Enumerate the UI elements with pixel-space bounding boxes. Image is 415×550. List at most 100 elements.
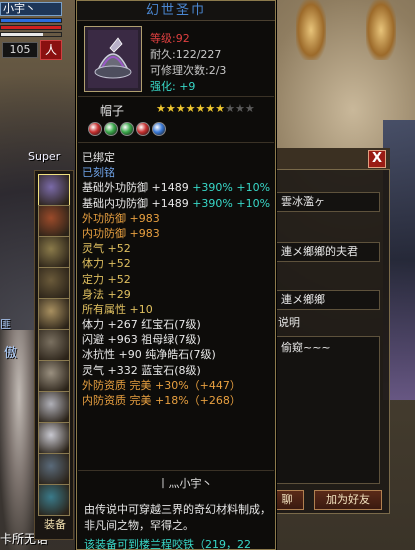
hat-icon[interactable] — [38, 174, 70, 206]
green-gem-icon — [120, 122, 134, 136]
attribute-line: 已绑定 — [82, 150, 272, 165]
note-label: 说明 — [278, 316, 300, 329]
attribute-text: 已绑定 — [82, 151, 115, 164]
divider — [78, 96, 274, 97]
character-left — [0, 330, 38, 550]
level-line: 等级:92 — [150, 32, 190, 45]
enhance-value: +9 — [179, 80, 196, 93]
weapon-icon[interactable] — [38, 484, 70, 516]
attribute-line: 体力 +267 红宝石(7级) — [82, 317, 272, 332]
ring-icon[interactable] — [38, 391, 70, 423]
equipment-label: 装备 — [44, 518, 66, 531]
enhance-line: 强化: +9 — [150, 78, 195, 94]
attribute-text: 内功防御 +983 — [82, 226, 160, 240]
attribute-line: 外功防御 +983 — [82, 211, 272, 226]
player-badge[interactable]: 人 — [40, 40, 62, 60]
attribute-line: 已刻铭 — [82, 165, 272, 180]
belt-icon[interactable] — [38, 360, 70, 392]
enhance-label: 强化: — [150, 80, 176, 93]
attribute-line: 灵气 +332 蓝宝石(8级) — [82, 363, 272, 378]
red-gem-icon — [88, 122, 102, 136]
star-rating: ★★★★★★★★★★ — [156, 102, 255, 115]
attribute-text: 所有属性 +10 — [82, 302, 153, 316]
world-label: 匪 — [0, 318, 11, 331]
star-filled-icon: ★ — [215, 102, 226, 115]
glove-icon[interactable] — [38, 267, 70, 299]
attribute-text: 冰抗性 +90 纯净皓石(7级) — [82, 348, 216, 362]
player-level: 105 — [2, 42, 38, 58]
attribute-line: 闪避 +963 祖母绿(7级) — [82, 332, 272, 347]
add-friend-button[interactable]: 加为好友 — [314, 490, 382, 510]
attribute-line: 内功防御 +983 — [82, 226, 272, 241]
star-filled-icon: ★ — [165, 102, 176, 115]
durability-line: 耐久:122/227 — [150, 48, 222, 61]
divider — [78, 470, 274, 471]
lantern-decoration — [296, 0, 326, 60]
lantern-decoration — [366, 0, 396, 60]
attribute-text: 定力 +52 — [82, 272, 131, 286]
star-filled-icon: ★ — [156, 102, 166, 115]
attribute-line: 基础外功防御 +1489 +390% +10% — [82, 180, 272, 195]
scroll-icon[interactable] — [38, 205, 70, 237]
attribute-text: 灵气 +332 蓝宝石(8级) — [82, 363, 201, 377]
hat-icon — [88, 30, 138, 88]
world-label: 傲 — [4, 346, 18, 361]
attribute-line: 外防资质 完美 +30%（+447） — [82, 378, 272, 393]
repair-line: 可修理次数:2/3 — [150, 64, 227, 77]
armor-icon[interactable] — [38, 329, 70, 361]
attribute-text: 灵气 +52 — [82, 242, 131, 256]
amulet-icon[interactable] — [38, 453, 70, 485]
attribute-line: 灵气 +52 — [82, 241, 272, 256]
star-filled-icon: ★ — [185, 102, 196, 115]
dialog-field: 連メ鄉鄉 — [276, 290, 380, 310]
star-filled-icon: ★ — [205, 102, 216, 115]
attribute-line: 体力 +52 — [82, 256, 272, 271]
attribute-text: 外防资质 完美 +30%（+447） — [82, 378, 241, 392]
attribute-line: 内防资质 完美 +18%（+268） — [82, 393, 272, 408]
attribute-line: 冰抗性 +90 纯净皓石(7级) — [82, 347, 272, 362]
star-empty-icon: ★ — [225, 102, 235, 115]
bracer-icon[interactable] — [38, 236, 70, 268]
attribute-line: 身法 +29 — [82, 287, 272, 302]
attribute-line: 所有属性 +10 — [82, 302, 272, 317]
player-status[interactable]: 小宇丶 105 人 — [0, 0, 66, 62]
ring-icon[interactable] — [38, 422, 70, 454]
rage-bar — [0, 32, 62, 37]
world-label-super: Super — [28, 150, 61, 163]
divider — [78, 142, 274, 143]
attribute-text: 体力 +52 — [82, 257, 131, 271]
green-gem-icon — [104, 122, 118, 136]
player-name: 小宇丶 — [0, 2, 62, 16]
attribute-text: 内防资质 完美 +18%（+268） — [82, 394, 241, 407]
item-description: 由传说中可穿越三界的奇幻材料制成，非凡间之物，罕得之。 — [84, 503, 271, 532]
star-filled-icon: ★ — [195, 102, 206, 115]
attribute-bonus: +390% +10% — [188, 181, 271, 195]
owner-name: 丨灬小宇丶 — [110, 476, 260, 492]
attribute-text: 基础内功防御 +1489 — [82, 196, 189, 210]
repair-hint: 该装备可到楼兰程咬铁（219，22 — [84, 538, 251, 550]
close-button[interactable]: X — [368, 150, 386, 168]
red-gem-icon — [136, 122, 150, 136]
hp-bar — [0, 18, 62, 23]
attribute-text: 已刻铭 — [82, 166, 115, 180]
dialog-field: 雲冰濫ヶ — [276, 192, 380, 212]
dialog-field: 連メ鄉鄉的夫君 — [276, 242, 380, 262]
attribute-text: 外功防御 +983 — [82, 211, 160, 225]
memo-field[interactable]: 偷窥~~~ — [276, 336, 380, 484]
item-title: 幻世圣巾 — [77, 1, 275, 21]
attribute-text: 闪避 +963 祖母绿(7级) — [82, 333, 201, 347]
blue-gem-icon — [152, 122, 166, 136]
star-empty-icon: ★ — [235, 102, 245, 115]
attribute-list: 已绑定已刻铭 基础外功防御 +1489 +390% +10% 基础内功防御 +148… — [82, 150, 272, 408]
attribute-bonus: +390% +10% — [188, 196, 271, 210]
attribute-line: 基础内功防御 +1489 +390% +10% — [82, 196, 272, 211]
mp-bar — [0, 25, 62, 30]
shoulder-icon[interactable] — [38, 298, 70, 330]
attribute-text: 身法 +29 — [82, 287, 131, 301]
attribute-text: 基础外功防御 +1489 — [82, 181, 189, 195]
star-empty-icon: ★ — [244, 102, 255, 115]
star-filled-icon: ★ — [175, 102, 186, 115]
item-type: 帽子 — [100, 104, 125, 118]
attribute-text: 体力 +267 红宝石(7级) — [82, 318, 201, 332]
attribute-line: 定力 +52 — [82, 272, 272, 287]
